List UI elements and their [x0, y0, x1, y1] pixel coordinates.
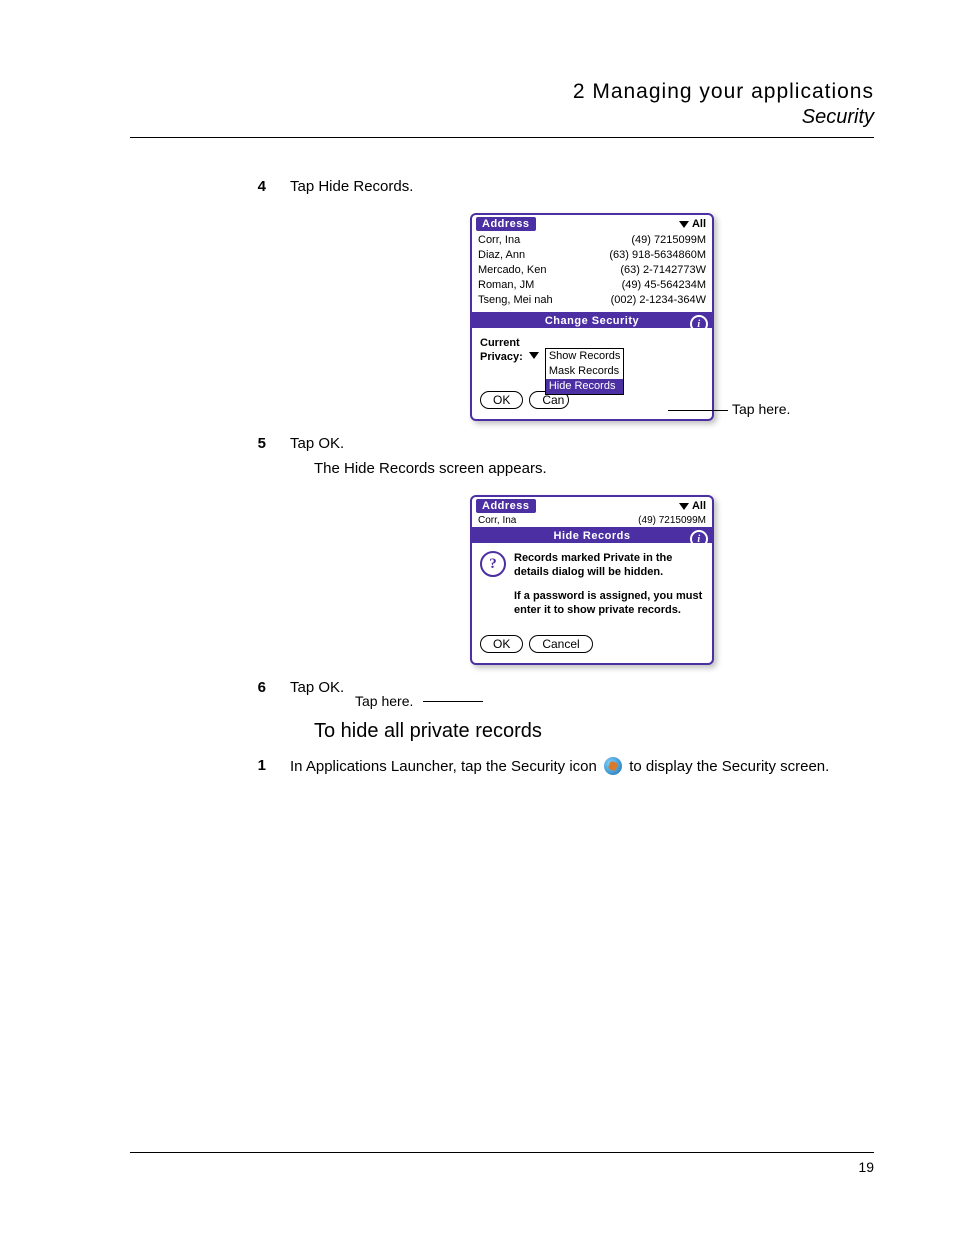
app-title-badge: Address: [476, 217, 536, 231]
dropdown-icon: [679, 221, 689, 228]
dialog-message-1: Records marked Private in the details di…: [514, 551, 704, 579]
step-number: 6: [130, 679, 290, 696]
step-5: 5 Tap OK.: [130, 435, 874, 452]
callout-label: Tap here.: [355, 693, 413, 709]
info-icon[interactable]: i: [690, 315, 708, 333]
header-rule: [130, 137, 874, 138]
change-security-dialog: Change Security i Current Privacy:: [472, 312, 712, 419]
callout-label: Tap here.: [732, 401, 790, 417]
option-mask-records[interactable]: Mask Records: [546, 364, 624, 379]
dialog-title: Hide Records: [554, 530, 631, 542]
security-icon: [604, 757, 622, 775]
question-icon: ?: [480, 551, 506, 577]
address-row[interactable]: Mercado, Ken(63) 2-7142773W: [472, 263, 712, 278]
step-number: 4: [130, 178, 290, 195]
dialog-message-2: If a password is assigned, you must ente…: [514, 589, 704, 617]
step-text: Tap Hide Records.: [290, 178, 874, 195]
category-label: All: [692, 500, 706, 512]
chapter-title: 2 Managing your applications: [130, 80, 874, 104]
app-title-badge: Address: [476, 499, 536, 513]
step-text: Tap OK.: [290, 435, 874, 452]
address-row-peek: Corr, Ina(49) 7215099M: [472, 515, 712, 527]
step-text: In Applications Launcher, tap the Securi…: [290, 757, 874, 775]
palm-screen-hide-records: Address All Corr, Ina(49) 7215099M Hide …: [470, 495, 714, 665]
ok-button[interactable]: OK: [480, 635, 523, 653]
dropdown-icon: [679, 503, 689, 510]
cancel-button[interactable]: Cancel: [529, 635, 592, 653]
address-row[interactable]: Diaz, Ann(63) 918-5634860M: [472, 248, 712, 263]
callout-line: [423, 701, 483, 702]
address-row[interactable]: Corr, Ina(49) 7215099M: [472, 233, 712, 248]
address-row[interactable]: Tseng, Mei nah(002) 2-1234-364W: [472, 293, 712, 308]
step-subtext: The Hide Records screen appears.: [314, 460, 874, 477]
option-show-records[interactable]: Show Records: [546, 349, 624, 364]
dialog-title: Change Security: [545, 315, 639, 327]
callout-line: [668, 410, 728, 411]
privacy-dropdown[interactable]: Show Records Mask Records Hide Records: [545, 348, 625, 395]
palm-screen-change-security: Address All Corr, Ina(49) 7215099M Diaz,…: [470, 213, 714, 421]
footer-rule: [130, 1152, 874, 1153]
dropdown-icon[interactable]: [529, 352, 539, 359]
category-label: All: [692, 218, 706, 230]
option-hide-records[interactable]: Hide Records: [546, 379, 624, 394]
page-number: 19: [130, 1159, 874, 1175]
privacy-label: Current Privacy:: [480, 336, 523, 364]
hide-records-dialog: Hide Records i ? Records marked Private …: [472, 527, 712, 663]
subheading: To hide all private records: [314, 720, 874, 743]
category-selector[interactable]: All: [679, 500, 706, 512]
step-6: 6 Tap OK.: [130, 679, 874, 696]
info-icon[interactable]: i: [690, 530, 708, 548]
step-number: 1: [130, 757, 290, 775]
section-title: Security: [130, 106, 874, 129]
step-number: 5: [130, 435, 290, 452]
ok-button[interactable]: OK: [480, 391, 523, 409]
category-selector[interactable]: All: [679, 218, 706, 230]
step-1: 1 In Applications Launcher, tap the Secu…: [130, 757, 874, 775]
step-4: 4 Tap Hide Records.: [130, 178, 874, 195]
address-row[interactable]: Roman, JM(49) 45-564234M: [472, 278, 712, 293]
